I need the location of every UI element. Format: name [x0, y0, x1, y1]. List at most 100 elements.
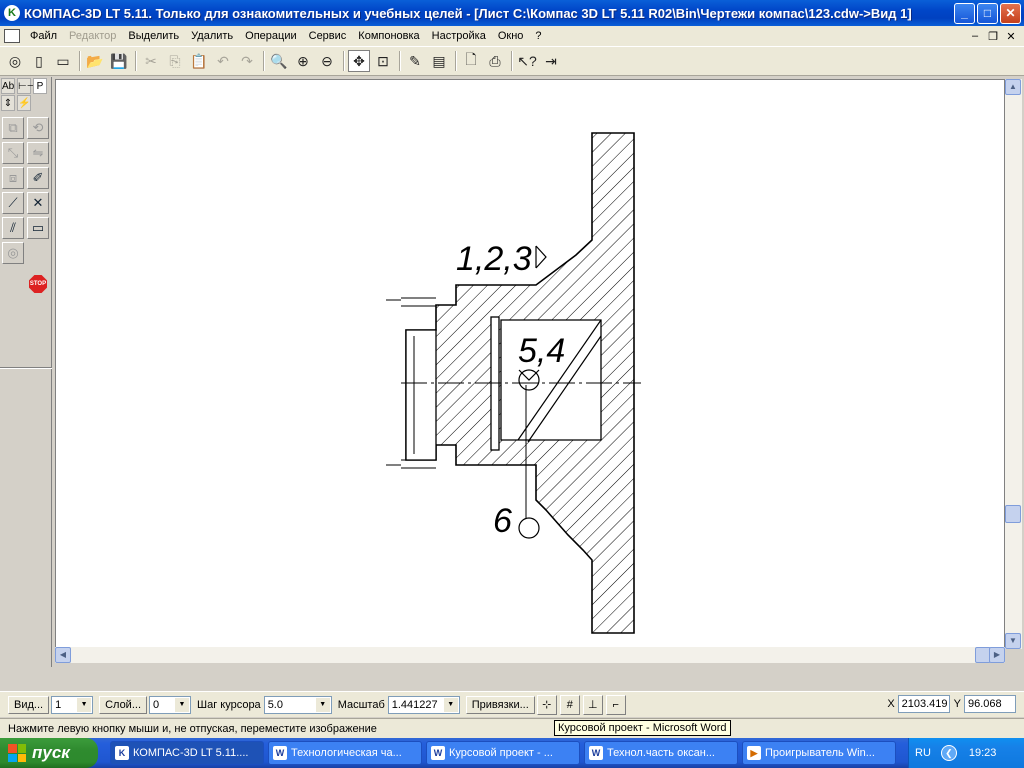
- ortho-icon[interactable]: ⌐: [605, 694, 626, 715]
- menu-window[interactable]: Окно: [492, 26, 530, 46]
- menu-service[interactable]: Сервис: [303, 26, 353, 46]
- format-icon[interactable]: ▤: [428, 50, 450, 72]
- document-menu-icon[interactable]: [4, 29, 20, 43]
- fillet-icon[interactable]: ◎: [2, 242, 24, 264]
- tab-dimensions-icon[interactable]: ⊢⊣: [17, 78, 35, 94]
- menu-layout[interactable]: Компоновка: [352, 26, 425, 46]
- mdi-restore-button[interactable]: ❐: [986, 30, 1000, 43]
- annotation-123: 1,2,3: [456, 240, 532, 278]
- grid-icon[interactable]: #: [559, 694, 580, 715]
- cut-icon[interactable]: ✂: [140, 50, 162, 72]
- new-sheet-icon[interactable]: ▯: [28, 50, 50, 72]
- scale-icon[interactable]: ⤡: [2, 142, 24, 164]
- print-preview-icon[interactable]: 🗋: [460, 50, 482, 72]
- word-icon: W: [431, 746, 445, 760]
- mirror-icon[interactable]: ⇋: [27, 142, 49, 164]
- snap-settings-icon[interactable]: ⊹: [536, 694, 557, 715]
- annotation-54: 5,4: [518, 332, 565, 370]
- window-title: КОМПАС-3D LT 5.11. Только для ознакомите…: [24, 5, 912, 21]
- horizontal-scrollbar[interactable]: ◀ ▶: [55, 647, 1005, 663]
- start-button[interactable]: пуск: [0, 738, 98, 768]
- tab-marks-icon[interactable]: ⇕: [1, 95, 15, 111]
- compact-panel: Аb ⊢⊣ Р ⇕ ⚡ ⧉ ⟲ ⤡ ⇋ ⧈ ✐ ⟋ ✕ ⫽ ▭ ◎ STOP: [0, 77, 52, 667]
- preview-icon[interactable]: ◎: [4, 50, 26, 72]
- annotation-6: 6: [493, 502, 512, 540]
- language-indicator[interactable]: RU: [915, 747, 931, 759]
- maximize-button[interactable]: □: [977, 2, 998, 24]
- task-kompas[interactable]: K КОМПАС-3D LT 5.11....: [110, 741, 264, 765]
- undo-icon[interactable]: ↶: [212, 50, 234, 72]
- help-pointer-icon[interactable]: ↖?: [516, 50, 538, 72]
- chevron-down-icon[interactable]: ▼: [77, 697, 92, 712]
- rotate-icon[interactable]: ⟲: [27, 117, 49, 139]
- zoom-icon[interactable]: 🔍: [268, 50, 290, 72]
- task-media-player[interactable]: ▶ Проигрыватель Win...: [742, 741, 896, 765]
- deform-icon[interactable]: ✐: [27, 167, 49, 189]
- new-document-icon[interactable]: ▭: [52, 50, 74, 72]
- print-icon[interactable]: ⎙: [484, 50, 506, 72]
- mdi-close-button[interactable]: ✕: [1004, 30, 1018, 43]
- menu-file[interactable]: Файл: [24, 26, 63, 46]
- cursor-step-select[interactable]: 5.0 ▼: [263, 695, 332, 714]
- paste-icon[interactable]: 📋: [188, 50, 210, 72]
- view-value: 1: [55, 698, 62, 711]
- open-icon[interactable]: 📂: [84, 50, 106, 72]
- menu-delete[interactable]: Удалить: [185, 26, 239, 46]
- tab-edit-icon[interactable]: Р: [33, 78, 47, 94]
- menu-editor[interactable]: Редактор: [63, 26, 122, 46]
- word-icon: W: [589, 746, 603, 760]
- pan-icon[interactable]: ✥: [348, 50, 370, 72]
- array-icon[interactable]: ▭: [27, 217, 49, 239]
- scale-select[interactable]: 1.441227 ▼: [387, 695, 460, 714]
- show-hidden-icons-icon[interactable]: ❮: [940, 745, 957, 761]
- trim-icon[interactable]: ⟋: [2, 192, 24, 214]
- task-word-tech[interactable]: W Технологическая ча...: [268, 741, 422, 765]
- move-icon[interactable]: ⧉: [2, 117, 24, 139]
- hatch-icon[interactable]: ⫽: [2, 217, 24, 239]
- close-button[interactable]: ✕: [1000, 2, 1021, 24]
- menu-select[interactable]: Выделить: [122, 26, 185, 46]
- layer-button[interactable]: Слой...: [99, 695, 147, 714]
- chevron-down-icon[interactable]: ▼: [175, 697, 189, 712]
- tab-text-icon[interactable]: Аb: [1, 78, 15, 94]
- word-icon: W: [273, 746, 287, 760]
- cursor-coordinates: X 2103.419 Y 96.068: [887, 695, 1020, 713]
- draw-icon[interactable]: ✎: [404, 50, 426, 72]
- layer-select[interactable]: 0 ▼: [149, 695, 191, 714]
- task-word-oksana[interactable]: W Технол.часть оксан...: [584, 741, 738, 765]
- chevron-down-icon[interactable]: ▼: [315, 697, 330, 712]
- task-word-course[interactable]: W Курсовой проект - ...: [426, 741, 580, 765]
- chevron-down-icon[interactable]: ▼: [443, 697, 458, 712]
- save-icon[interactable]: 💾: [108, 50, 130, 72]
- mdi-minimize-button[interactable]: –: [968, 30, 982, 43]
- menu-help[interactable]: ?: [529, 26, 547, 46]
- menu-operations[interactable]: Операции: [239, 26, 302, 46]
- snap-button[interactable]: Привязки...: [465, 695, 535, 714]
- zoom-frame-icon[interactable]: ⊡: [372, 50, 394, 72]
- menu-bar: Файл Редактор Выделить Удалить Операции …: [0, 26, 1024, 46]
- kompas-icon: K: [115, 746, 129, 760]
- zoom-out-icon[interactable]: ⊖: [316, 50, 338, 72]
- minimize-button[interactable]: _: [954, 2, 975, 24]
- stop-button[interactable]: STOP: [27, 273, 49, 295]
- vertical-scrollbar[interactable]: ▲ ▼: [1005, 79, 1022, 649]
- tab-measure-icon[interactable]: ⚡: [17, 95, 31, 111]
- scroll-right-icon[interactable]: ▶: [989, 647, 1005, 663]
- view-select[interactable]: 1 ▼: [51, 695, 94, 714]
- copy-objects-icon[interactable]: ⧈: [2, 167, 24, 189]
- scroll-up-icon[interactable]: ▲: [1005, 79, 1021, 95]
- y-coordinate: 96.068: [964, 695, 1016, 713]
- zoom-in-icon[interactable]: ⊕: [292, 50, 314, 72]
- break-icon[interactable]: ✕: [27, 192, 49, 214]
- copy-icon[interactable]: ⎘: [164, 50, 186, 72]
- vertical-scroll-thumb[interactable]: [1005, 505, 1021, 523]
- view-button[interactable]: Вид...: [8, 695, 50, 714]
- drawing-canvas[interactable]: 1,2,3 5,4 6: [55, 79, 1005, 649]
- scroll-down-icon[interactable]: ▼: [1005, 633, 1021, 649]
- menu-settings[interactable]: Настройка: [426, 26, 492, 46]
- scroll-left-icon[interactable]: ◀: [55, 647, 71, 663]
- redo-icon[interactable]: ↷: [236, 50, 258, 72]
- exit-icon[interactable]: ⇥: [540, 50, 562, 72]
- local-cs-icon[interactable]: ⊥: [582, 694, 603, 715]
- task-label: Технол.часть оксан...: [607, 747, 715, 759]
